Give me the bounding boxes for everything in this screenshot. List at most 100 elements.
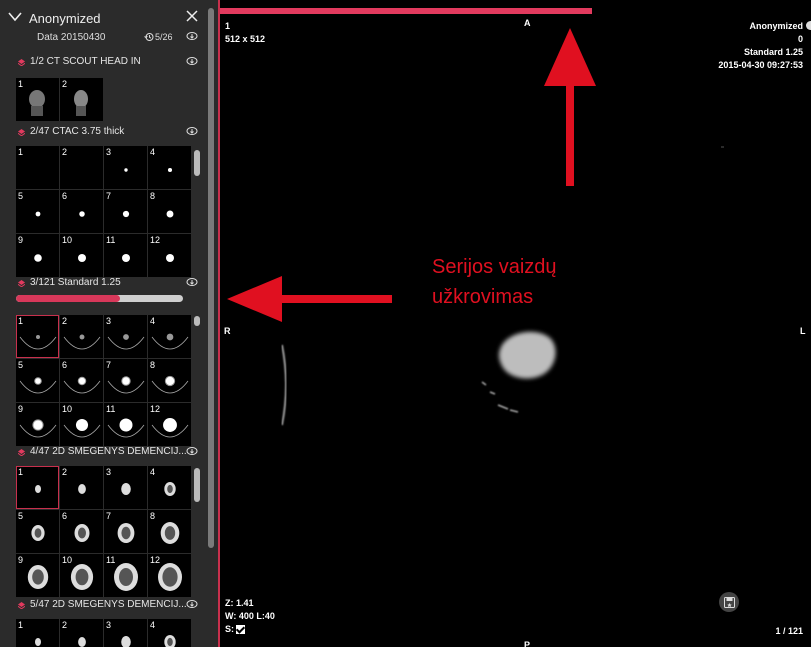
thumbnail[interactable]: 2 (60, 146, 103, 189)
slice-thumbnail-image (31, 525, 45, 541)
cloud-download-icon[interactable] (186, 126, 198, 136)
series-header-3[interactable]: 3/121 Standard 1.25 (0, 274, 207, 294)
thumbnail[interactable]: 10 (60, 554, 103, 597)
cloud-download-icon[interactable] (186, 31, 198, 41)
patient-name: Anonymized (29, 11, 101, 26)
thumbnail[interactable]: 2 (60, 315, 103, 358)
image-viewport[interactable]: 1 512 x 512 Anonymized 0 Standard 1.25 2… (218, 0, 811, 647)
annotation-line-1: Serijos vaizdų (432, 256, 557, 278)
series-header-4[interactable]: 4/47 2D SMEGENYS DEMENCIJ... (0, 443, 207, 463)
slice-thumbnail-image (151, 333, 189, 350)
thumbnail[interactable]: 4 (148, 146, 191, 189)
slice-thumbnail-image (78, 484, 86, 494)
series-label: 1/2 CT SCOUT HEAD IN (30, 56, 141, 67)
thumbnail[interactable]: 1 (16, 78, 59, 121)
series-header-2[interactable]: 2/47 CTAC 3.75 thick (0, 123, 207, 143)
thumbnail[interactable]: 12 (148, 554, 191, 597)
series-label: 5/47 2D SMEGENYS DEMENCIJ... (30, 599, 187, 610)
thumbnail[interactable]: 8 (148, 510, 191, 553)
history-indicator[interactable]: 5/26 (144, 32, 173, 42)
slice-thumbnail-image (164, 635, 176, 647)
thumbnail[interactable]: 7 (104, 510, 147, 553)
history-icon (144, 33, 154, 41)
series-header-1[interactable]: 1/2 CT SCOUT HEAD IN (0, 53, 207, 73)
series-stack-icon (18, 449, 25, 456)
study-header: Anonymized Data 20150430 5/26 (0, 0, 207, 50)
thumbnail[interactable]: 5 (16, 190, 59, 233)
sidebar-scrollbar[interactable] (208, 8, 214, 548)
thumbnail[interactable]: 9 (16, 554, 59, 597)
cloud-download-icon[interactable] (186, 599, 198, 609)
scout-head-image (74, 90, 88, 116)
thumbnail[interactable]: 7 (104, 359, 147, 402)
thumbnail[interactable]: 5 (16, 510, 59, 553)
thumbnail[interactable]: 2 (60, 78, 103, 121)
slice-thumbnail-image (74, 524, 90, 542)
thumbnail[interactable]: 3 (104, 466, 147, 509)
thumbnail[interactable]: 1 (16, 315, 59, 358)
series-sidebar: Anonymized Data 20150430 5/26 1/2 CT SCO… (0, 0, 207, 647)
thumbnail-scrollbar[interactable] (194, 468, 200, 502)
thumbnail[interactable]: 8 (148, 190, 191, 233)
thumbnail[interactable]: 2 (60, 466, 103, 509)
thumbnail[interactable]: 3 (104, 619, 147, 647)
scout-head-image (29, 90, 45, 116)
thumbnail[interactable]: 6 (60, 510, 103, 553)
thumbnail[interactable]: 12 (148, 234, 191, 277)
thumbnail[interactable]: 5 (16, 359, 59, 402)
overlay-bottom-left: Z: 1.41 W: 400 L:40 S: (225, 597, 275, 636)
thumbnail[interactable]: 11 (104, 554, 147, 597)
thumbnail[interactable]: 3 (104, 146, 147, 189)
sync-toggle[interactable]: S: (225, 623, 275, 636)
thumbnail[interactable]: 1 (16, 146, 59, 189)
thumbnail[interactable]: 4 (148, 466, 191, 509)
slice-thumbnail-image (164, 482, 176, 496)
slice-thumbnail-image (122, 254, 130, 262)
save-icon (723, 596, 735, 608)
cloud-download-icon[interactable] (186, 56, 198, 66)
thumbnail[interactable]: 10 (60, 403, 103, 446)
thumbnail-scrollbar[interactable] (194, 150, 200, 176)
slice-thumbnail-image (167, 167, 173, 173)
sync-checkbox[interactable] (236, 625, 245, 635)
thumbnail-scrollbar[interactable] (194, 316, 200, 326)
history-count: 5/26 (155, 32, 173, 42)
save-snapshot-button[interactable] (719, 592, 739, 612)
close-icon[interactable] (186, 10, 198, 22)
series-header-5[interactable]: 5/47 2D SMEGENYS DEMENCIJ... (0, 596, 207, 616)
thumbnail-grid-5: 1234 (16, 619, 191, 647)
thumbnail[interactable]: 11 (104, 234, 147, 277)
series-stack-icon (18, 59, 25, 66)
thumbnail[interactable]: 6 (60, 359, 103, 402)
annotation-line-2: užkrovimas (432, 286, 534, 308)
chevron-down-icon[interactable] (8, 9, 22, 23)
cloud-download-icon[interactable] (186, 446, 198, 456)
thumbnail[interactable]: 1 (16, 619, 59, 647)
thumbnail[interactable]: 6 (60, 190, 103, 233)
thumbnail[interactable]: 2 (60, 619, 103, 647)
series-stack-icon (18, 129, 25, 136)
slice-thumbnail-image (78, 637, 86, 647)
thumbnail[interactable]: 10 (60, 234, 103, 277)
thumbnail[interactable]: 4 (148, 315, 191, 358)
slice-thumbnail-image (121, 483, 131, 495)
thumbnail[interactable]: 8 (148, 359, 191, 402)
slice-thumbnail-image (16, 146, 59, 189)
thumbnail[interactable]: 9 (16, 234, 59, 277)
slice-thumbnail-image (166, 254, 174, 262)
thumbnail[interactable]: 12 (148, 403, 191, 446)
thumbnail[interactable]: 7 (104, 190, 147, 233)
thumbnail[interactable]: 4 (148, 619, 191, 647)
thumbnail[interactable]: 1 (16, 466, 59, 509)
slice-thumbnail-image (35, 485, 41, 493)
thumbnail[interactable]: 3 (104, 315, 147, 358)
slice-thumbnail-image (19, 335, 57, 350)
thumbnail[interactable]: 11 (104, 403, 147, 446)
arrow-left-icon (227, 276, 392, 322)
window-level: W: 400 L:40 (225, 611, 275, 621)
slice-thumbnail-image (19, 419, 57, 438)
cloud-download-icon[interactable] (186, 277, 198, 287)
annotation-text: Serijos vaizdų užkrovimas (432, 252, 557, 312)
frame-counter: 1 / 121 (775, 626, 803, 636)
thumbnail[interactable]: 9 (16, 403, 59, 446)
